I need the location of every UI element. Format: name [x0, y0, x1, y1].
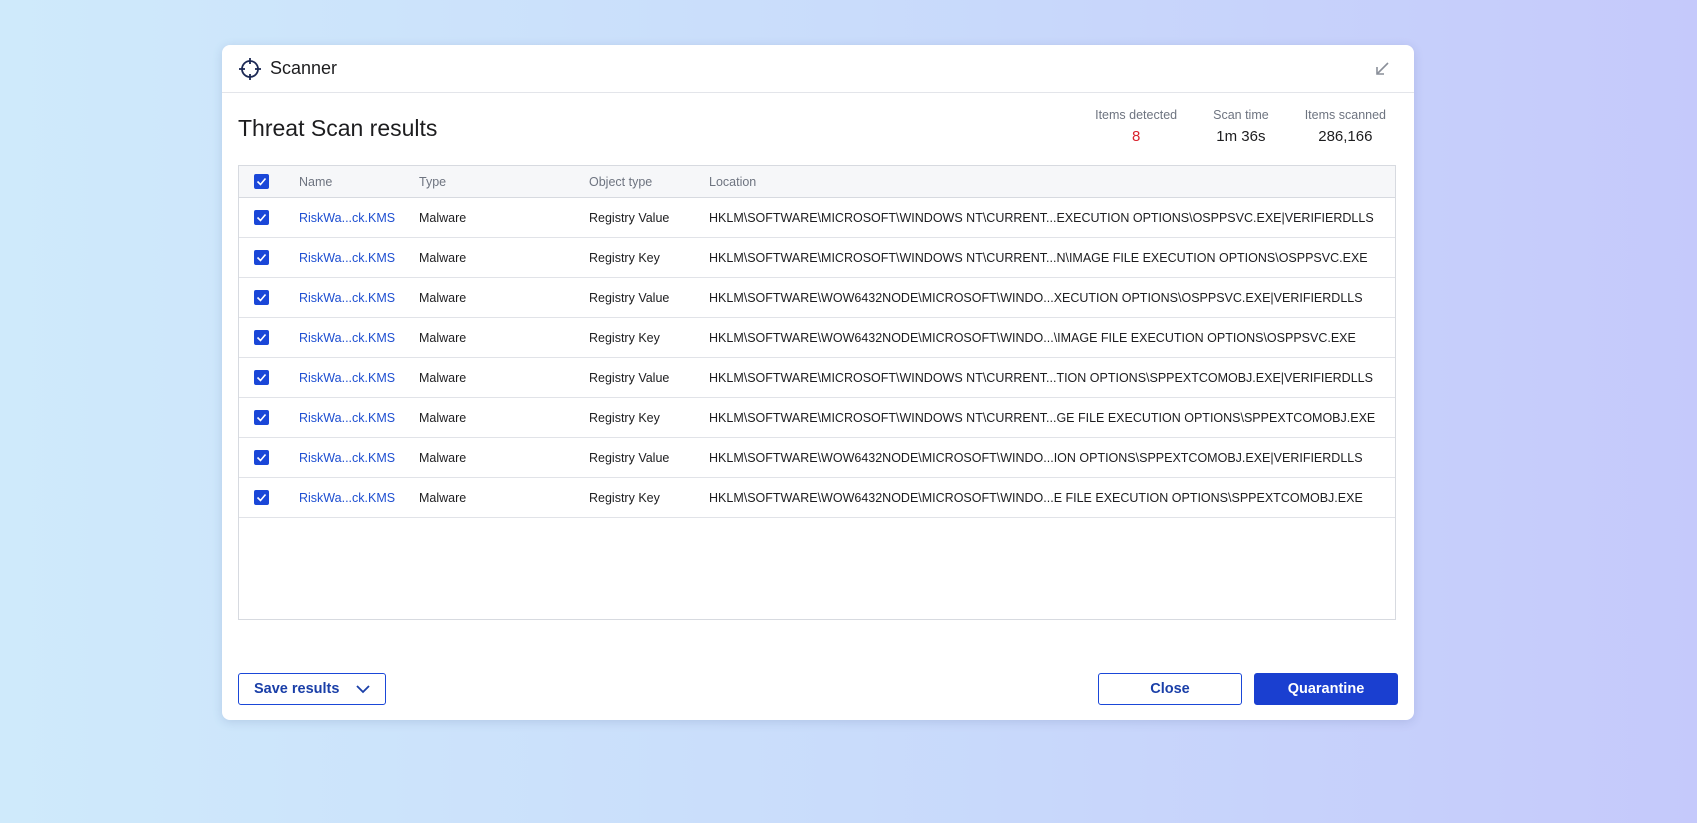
title-bar: Scanner: [222, 45, 1414, 93]
select-all-checkbox[interactable]: [254, 174, 269, 189]
stat-scan-time: Scan time 1m 36s: [1213, 108, 1269, 145]
threat-type: Malware: [419, 290, 467, 305]
stat-value: 286,166: [1318, 128, 1373, 145]
stat-value: 1m 36s: [1216, 128, 1266, 145]
scanner-window: Scanner Threat Scan results Items detect…: [222, 45, 1414, 720]
stat-value: 8: [1131, 128, 1141, 145]
crosshair-icon: [239, 58, 261, 80]
check-icon: [256, 413, 267, 422]
table-header: Name Type Object type Location: [239, 166, 1395, 198]
table-row[interactable]: RiskWa...ck.KMS Malware Registry Value H…: [239, 358, 1395, 398]
object-type: Registry Key: [589, 250, 660, 265]
check-icon: [256, 493, 267, 502]
check-icon: [256, 177, 267, 186]
threat-type: Malware: [419, 330, 467, 345]
check-icon: [256, 373, 267, 382]
check-icon: [256, 453, 267, 462]
table-row[interactable]: RiskWa...ck.KMS Malware Registry Value H…: [239, 438, 1395, 478]
location: HKLM\SOFTWARE\WOW6432NODE\MICROSOFT\WIND…: [709, 290, 1363, 305]
threat-type: Malware: [419, 210, 467, 225]
location: HKLM\SOFTWARE\MICROSOFT\WINDOWS NT\CURRE…: [709, 250, 1368, 265]
table-row[interactable]: RiskWa...ck.KMS Malware Registry Key HKL…: [239, 478, 1395, 518]
object-type: Registry Value: [589, 210, 670, 225]
object-type: Registry Value: [589, 290, 670, 305]
table-row[interactable]: RiskWa...ck.KMS Malware Registry Key HKL…: [239, 238, 1395, 278]
object-type: Registry Key: [589, 410, 660, 425]
table-row[interactable]: RiskWa...ck.KMS Malware Registry Value H…: [239, 278, 1395, 318]
threat-name-link[interactable]: RiskWa...ck.KMS: [299, 331, 419, 345]
threat-type: Malware: [419, 410, 467, 425]
threat-type: Malware: [419, 450, 467, 465]
row-checkbox[interactable]: [254, 410, 269, 425]
quarantine-button[interactable]: Quarantine: [1254, 673, 1398, 705]
threat-name-link[interactable]: RiskWa...ck.KMS: [299, 491, 419, 505]
object-type: Registry Value: [589, 450, 670, 465]
scan-stats: Items detected 8 Scan time 1m 36s Items …: [1059, 108, 1386, 145]
check-icon: [256, 293, 267, 302]
app-title: Scanner: [270, 58, 338, 78]
location: HKLM\SOFTWARE\MICROSOFT\WINDOWS NT\CURRE…: [709, 210, 1374, 225]
table-row[interactable]: RiskWa...ck.KMS Malware Registry Value H…: [239, 198, 1395, 238]
stat-label: Items detected: [1095, 108, 1178, 122]
close-button[interactable]: Close: [1098, 673, 1242, 705]
row-checkbox[interactable]: [254, 370, 269, 385]
row-checkbox[interactable]: [254, 290, 269, 305]
location: HKLM\SOFTWARE\MICROSOFT\WINDOWS NT\CURRE…: [709, 370, 1373, 385]
location: HKLM\SOFTWARE\WOW6432NODE\MICROSOFT\WIND…: [709, 330, 1356, 345]
row-checkbox[interactable]: [254, 490, 269, 505]
object-type: Registry Value: [589, 370, 670, 385]
location: HKLM\SOFTWARE\WOW6432NODE\MICROSOFT\WIND…: [709, 450, 1363, 465]
stat-items-scanned: Items scanned 286,166: [1305, 108, 1386, 145]
stat-label: Scan time: [1213, 108, 1269, 122]
row-checkbox[interactable]: [254, 250, 269, 265]
results-table: Name Type Object type Location RiskWa...…: [238, 165, 1396, 620]
chevron-down-icon: [356, 685, 370, 694]
column-header-name[interactable]: Name: [299, 175, 419, 189]
threat-name-link[interactable]: RiskWa...ck.KMS: [299, 411, 419, 425]
check-icon: [256, 333, 267, 342]
threat-type: Malware: [419, 490, 467, 505]
location: HKLM\SOFTWARE\WOW6432NODE\MICROSOFT\WIND…: [709, 490, 1363, 505]
threat-type: Malware: [419, 370, 467, 385]
stat-items-detected: Items detected 8: [1095, 108, 1177, 145]
minimize-button[interactable]: [1370, 57, 1394, 81]
column-header-location[interactable]: Location: [709, 175, 1395, 189]
row-checkbox[interactable]: [254, 210, 269, 225]
threat-name-link[interactable]: RiskWa...ck.KMS: [299, 251, 419, 265]
arrow-down-left-icon: [1376, 62, 1389, 75]
column-header-object-type[interactable]: Object type: [589, 175, 709, 189]
check-icon: [256, 213, 267, 222]
page-title: Threat Scan results: [238, 115, 438, 141]
threat-name-link[interactable]: RiskWa...ck.KMS: [299, 371, 419, 385]
row-checkbox[interactable]: [254, 330, 269, 345]
object-type: Registry Key: [589, 490, 660, 505]
object-type: Registry Key: [589, 330, 660, 345]
stat-label: Items scanned: [1304, 108, 1386, 122]
save-results-button[interactable]: Save results: [238, 673, 386, 705]
column-header-type[interactable]: Type: [419, 175, 589, 189]
table-row[interactable]: RiskWa...ck.KMS Malware Registry Key HKL…: [239, 318, 1395, 358]
threat-type: Malware: [419, 250, 467, 265]
table-row[interactable]: RiskWa...ck.KMS Malware Registry Key HKL…: [239, 398, 1395, 438]
row-checkbox[interactable]: [254, 450, 269, 465]
save-results-label: Save results: [254, 681, 340, 697]
threat-name-link[interactable]: RiskWa...ck.KMS: [299, 291, 419, 305]
threat-name-link[interactable]: RiskWa...ck.KMS: [299, 211, 419, 225]
check-icon: [256, 253, 267, 262]
location: HKLM\SOFTWARE\MICROSOFT\WINDOWS NT\CURRE…: [709, 410, 1376, 425]
threat-name-link[interactable]: RiskWa...ck.KMS: [299, 451, 419, 465]
